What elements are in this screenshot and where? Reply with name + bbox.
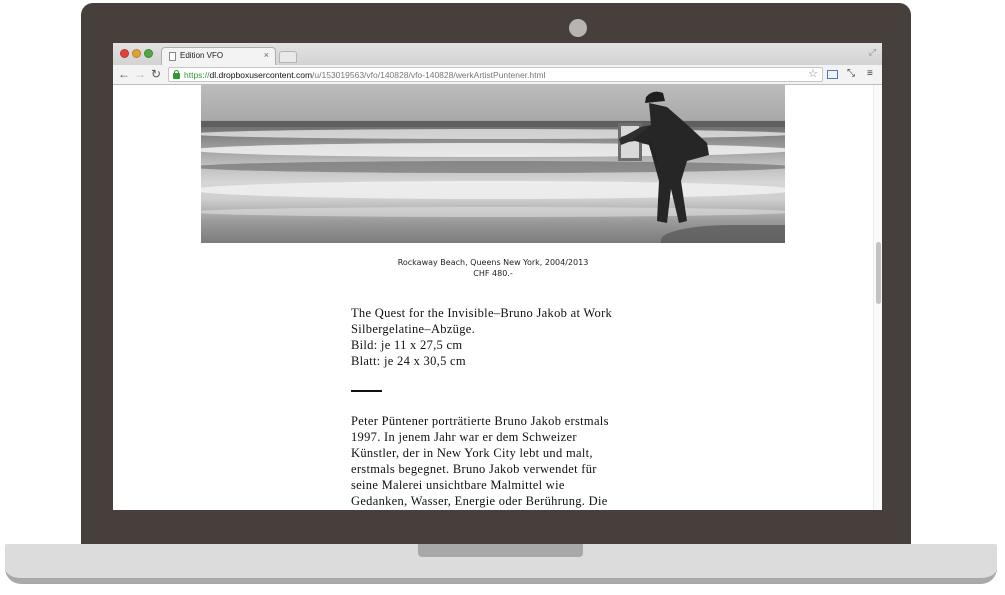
forward-arrow-icon[interactable]: → bbox=[134, 67, 146, 81]
zoom-window-button[interactable] bbox=[144, 49, 153, 58]
details-line: Silbergelatine–Abzüge. bbox=[351, 322, 476, 336]
browser-toolbar: ← → ↻ https://dl.dropboxusercontent.com/… bbox=[113, 65, 882, 85]
lock-icon bbox=[173, 70, 180, 79]
details-line: The Quest for the Invisible–Bruno Jakob … bbox=[351, 306, 613, 320]
url-text[interactable]: https://dl.dropboxusercontent.com/u/1530… bbox=[184, 69, 545, 81]
artwork-photo bbox=[201, 85, 785, 243]
extension-icon[interactable]: ⤡ bbox=[847, 68, 855, 80]
artwork-caption-price: CHF 480.- bbox=[473, 269, 513, 278]
description-line: Peter Püntener porträtierte Bruno Jakob … bbox=[351, 414, 609, 428]
star-icon[interactable]: ☆ bbox=[808, 68, 818, 81]
details-line: Blatt: je 24 x 30,5 cm bbox=[351, 354, 466, 368]
artwork-details: The Quest for the Invisible–Bruno Jakob … bbox=[351, 305, 641, 369]
close-window-button[interactable] bbox=[120, 49, 129, 58]
artwork-description: Peter Püntener porträtierte Bruno Jakob … bbox=[351, 413, 641, 509]
scrollbar-thumb[interactable] bbox=[876, 242, 881, 304]
cast-icon[interactable] bbox=[827, 70, 838, 79]
description-line: 1997. In jenem Jahr war er dem Schweizer bbox=[351, 430, 577, 444]
address-bar[interactable]: https://dl.dropboxusercontent.com/u/1530… bbox=[168, 67, 823, 82]
tab-strip: Edition VFO × ⤢ bbox=[113, 43, 882, 65]
camera-icon bbox=[569, 19, 587, 37]
description-line: erstmals begegnet. Bruno Jakob verwendet… bbox=[351, 462, 597, 476]
fullscreen-icon[interactable]: ⤢ bbox=[869, 47, 876, 58]
tab-edition-vfo[interactable]: Edition VFO × bbox=[161, 47, 276, 65]
tab-title: Edition VFO bbox=[180, 51, 224, 60]
vertical-scrollbar[interactable] bbox=[873, 85, 882, 510]
reload-icon[interactable]: ↻ bbox=[151, 67, 161, 81]
minimize-window-button[interactable] bbox=[132, 49, 141, 58]
url-host: dl.dropboxusercontent.com bbox=[209, 70, 313, 80]
section-divider bbox=[351, 390, 382, 392]
url-scheme: https:// bbox=[184, 70, 210, 80]
laptop-notch bbox=[418, 544, 583, 557]
description-line: Künstler, der in New York City lebt und … bbox=[351, 446, 593, 460]
description-line: Gedanken, Wasser, Energie oder Berührung… bbox=[351, 494, 608, 508]
photo-figure bbox=[619, 91, 709, 223]
page-icon bbox=[169, 52, 176, 61]
back-arrow-icon[interactable]: ← bbox=[118, 67, 130, 81]
artwork-caption-title: Rockaway Beach, Queens New York, 2004/20… bbox=[397, 258, 589, 267]
browser-window: Edition VFO × ⤢ ← → ↻ https://dl.dropbox… bbox=[113, 43, 882, 510]
new-tab-button[interactable] bbox=[279, 51, 297, 63]
page-content: Rockaway Beach, Queens New York, 2004/20… bbox=[113, 85, 882, 510]
description-line: seine Malerei unsichtbare Malmittel wie bbox=[351, 478, 565, 492]
details-line: Bild: je 11 x 27,5 cm bbox=[351, 338, 463, 352]
tab-close-icon[interactable]: × bbox=[264, 50, 269, 60]
hamburger-icon[interactable]: ≡ bbox=[867, 68, 873, 80]
url-path: /u/153019563/vfo/140828/vfo-140828/werkA… bbox=[312, 70, 546, 80]
